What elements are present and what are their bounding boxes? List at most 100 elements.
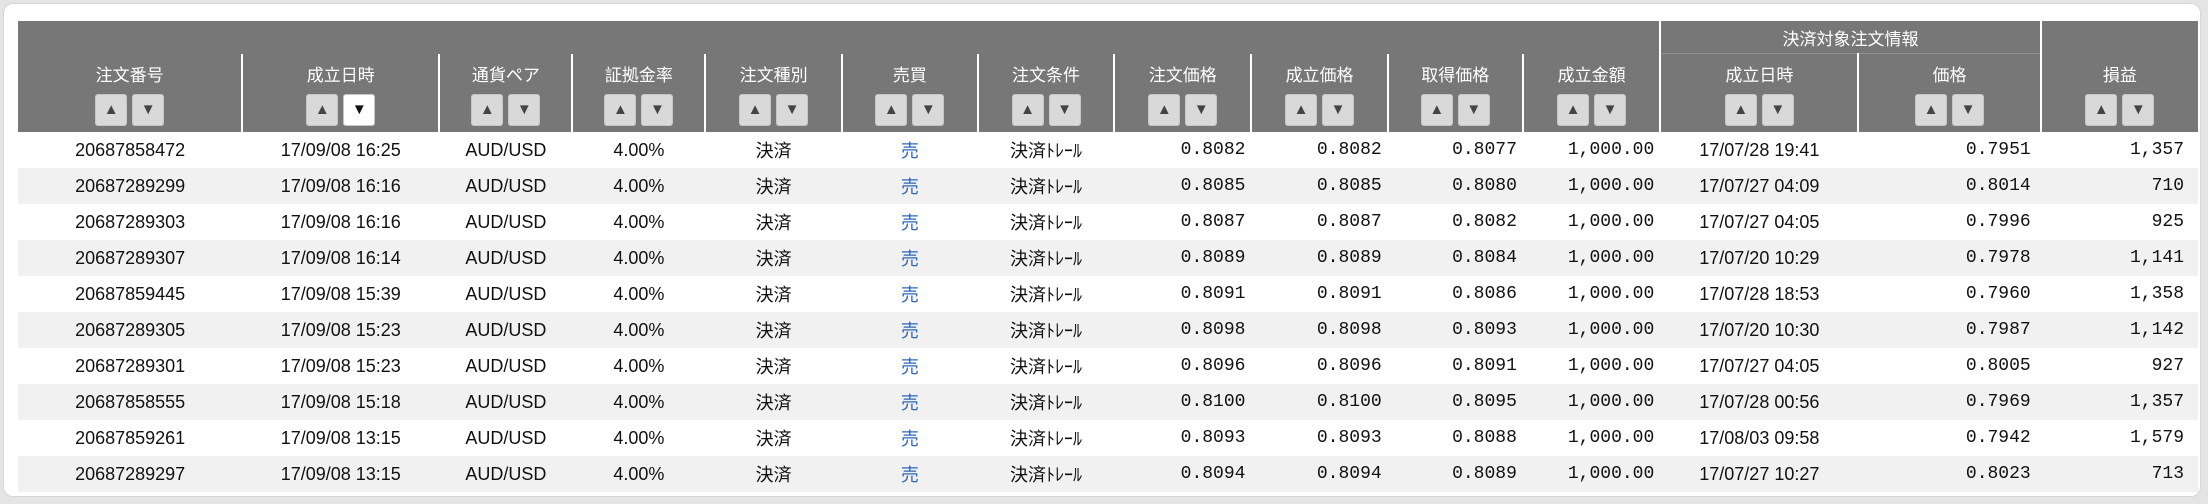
cell-type: 決済 [705,384,842,420]
cell-side[interactable]: 売 [841,240,978,276]
sort-ascending-button[interactable]: ▲ [875,94,908,126]
cell-pl: 1,579 [2129,428,2184,448]
sort-controls: ▲ ▼ [440,94,571,126]
cell-condition: 決済ﾄﾚｰﾙ [977,384,1115,420]
column-header: 注文価格 ▲ ▼ [1113,53,1252,132]
sort-ascending-button[interactable]: ▲ [1915,94,1948,126]
table-row[interactable]: 20687289303 17/09/08 16:16 AUD/USD 4.00% 決済 売… [18,204,2198,240]
header-spacer [18,21,1661,54]
sort-descending-button[interactable]: ▼ [776,94,809,126]
sort-ascending-button[interactable]: ▲ [1011,94,1044,126]
column-header-label: 売買 [892,66,927,85]
cell-pl: 1,141 [2040,240,2198,276]
table-row[interactable]: 20687859261 17/09/08 13:15 AUD/USD 4.00% 決済 売… [18,420,2198,456]
sort-ascending-button[interactable]: ▲ [1420,94,1453,126]
cell-amount: 1,000.00 [1567,356,1655,376]
table-row[interactable]: 20687289305 17/09/08 15:23 AUD/USD 4.00% 決済売… [18,312,2198,348]
triangle-down-icon: ▼ [920,101,936,118]
cell-side[interactable]: 売 [841,456,978,492]
sort-ascending-button[interactable]: ▲ [1557,94,1590,126]
sort-ascending-button[interactable]: ▲ [1724,94,1757,126]
cell-exec-price: 0.8091 [1316,284,1382,304]
sort-descending-button[interactable]: ▼ [641,94,674,126]
sort-controls: ▲ ▼ [243,94,438,126]
sort-ascending-button[interactable]: ▲ [2085,94,2118,126]
cell-settle-price: 0.7951 [1965,140,2031,160]
sort-ascending-button[interactable]: ▲ [95,94,128,126]
sort-descending-button[interactable]: ▼ [508,94,541,126]
cell-order-price: 0.8098 [1114,312,1252,348]
cell-side[interactable]: 売 [841,384,978,420]
triangle-down-icon: ▼ [1602,101,1618,118]
cell-order-price: 0.8094 [1114,456,1252,492]
cell-acq-price: 0.8093 [1387,312,1523,348]
cell-order-price: 0.8091 [1180,284,1246,304]
sort-ascending-button[interactable]: ▲ [306,94,339,126]
sort-descending-button[interactable]: ▼ [1594,94,1627,126]
cell-order-price: 0.8082 [1180,140,1246,160]
cell-side[interactable]: 売 [841,312,978,348]
sort-descending-button[interactable]: ▼ [912,94,945,126]
triangle-up-icon: ▲ [103,101,119,118]
header-spacer [2039,21,2198,54]
triangle-up-icon: ▲ [1293,101,1309,118]
table-row[interactable]: 20687858472 17/09/08 16:25 AUD/USD 4.00% 決済 売… [18,132,2198,168]
triangle-down-icon: ▼ [2130,101,2146,118]
cell-order-price: 0.8100 [1114,384,1252,420]
sort-ascending-button[interactable]: ▲ [471,94,504,126]
cell-pair: AUD/USD [439,312,573,348]
sort-descending-button[interactable]: ▼ [2122,94,2155,126]
sort-descending-button[interactable]: ▼ [132,94,165,126]
cell-side[interactable]: 売 [842,204,978,240]
cell-acq-price: 0.8088 [1452,428,1517,448]
column-header-label: 通貨ペア [471,66,540,85]
column-header: 成立価格 ▲ ▼ [1250,53,1388,132]
triangle-down-icon: ▼ [351,101,367,118]
sort-descending-button[interactable]: ▼ [343,94,376,126]
cell-side[interactable]: 売 [841,168,978,204]
cell-condition: 決済ﾄﾚｰﾙ [977,240,1115,276]
sort-descending-button[interactable]: ▼ [1952,94,1985,126]
cell-side[interactable]: 売 [842,420,978,456]
cell-condition: 決済ﾄﾚｰﾙ [977,456,1115,492]
cell-order-no: 20687289305 [18,312,243,348]
triangle-up-icon: ▲ [612,101,628,118]
sort-ascending-button[interactable]: ▲ [739,94,772,126]
cell-order-no: 20687858472 [75,139,186,160]
cell-side[interactable]: 売 [842,132,978,168]
sort-ascending-button[interactable]: ▲ [1285,94,1318,126]
sort-descending-button[interactable]: ▼ [1185,94,1218,126]
cell-margin: 4.00% [572,312,706,348]
sort-ascending-button[interactable]: ▲ [1148,94,1181,126]
cell-exec-price: 0.8085 [1251,168,1388,204]
table-body: 20687858472 17/09/08 16:25 AUD/USD 4.00% 決済売… [18,132,2198,492]
sort-descending-button[interactable]: ▼ [1457,94,1490,126]
column-header: 成立日時 ▲ ▼ [241,53,440,132]
sort-controls: ▲ ▼ [979,94,1113,126]
sort-descending-button[interactable]: ▼ [1761,94,1794,126]
cell-order-no: 20687289307 [18,240,243,276]
cell-margin: 4.00% [572,240,706,276]
sort-descending-button[interactable]: ▼ [1322,94,1355,126]
column-header-label: 注文価格 [1148,66,1217,85]
table-row[interactable]: 20687858555 17/09/08 15:18 AUD/USD 4.00% 決済売… [18,384,2198,420]
table-row[interactable]: 20687289299 17/09/08 16:16 AUD/USD 4.00% 決済売… [18,168,2198,204]
column-header: 取得価格 ▲ ▼ [1386,53,1523,132]
cell-exec-price: 0.8098 [1251,312,1388,348]
table-row[interactable]: 20687289301 17/09/08 15:23 AUD/USD 4.00% 決済 売… [18,348,2198,384]
cell-side[interactable]: 売 [842,276,978,312]
sort-descending-button[interactable]: ▼ [1048,94,1081,126]
cell-amount: 1,000.00 [1567,140,1655,160]
table-row[interactable]: 20687289297 17/09/08 13:15 AUD/USD 4.00% 決済売… [18,456,2198,492]
cell-condition: 決済ﾄﾚｰﾙ [1010,429,1083,449]
sort-ascending-button[interactable]: ▲ [604,94,637,126]
table-row[interactable]: 20687859445 17/09/08 15:39 AUD/USD 4.00% 決済 売… [18,276,2198,312]
cell-side[interactable]: 売 [842,348,978,384]
sort-controls: ▲ ▼ [843,94,977,126]
triangle-down-icon: ▼ [1193,101,1209,118]
cell-acq-price: 0.8077 [1452,140,1517,160]
triangle-down-icon: ▼ [1960,101,1976,118]
cell-exec-time: 17/09/08 16:16 [280,211,401,232]
table-row[interactable]: 20687289307 17/09/08 16:14 AUD/USD 4.00% 決済売… [18,240,2198,276]
cell-settle-price: 0.7996 [1965,212,2031,232]
